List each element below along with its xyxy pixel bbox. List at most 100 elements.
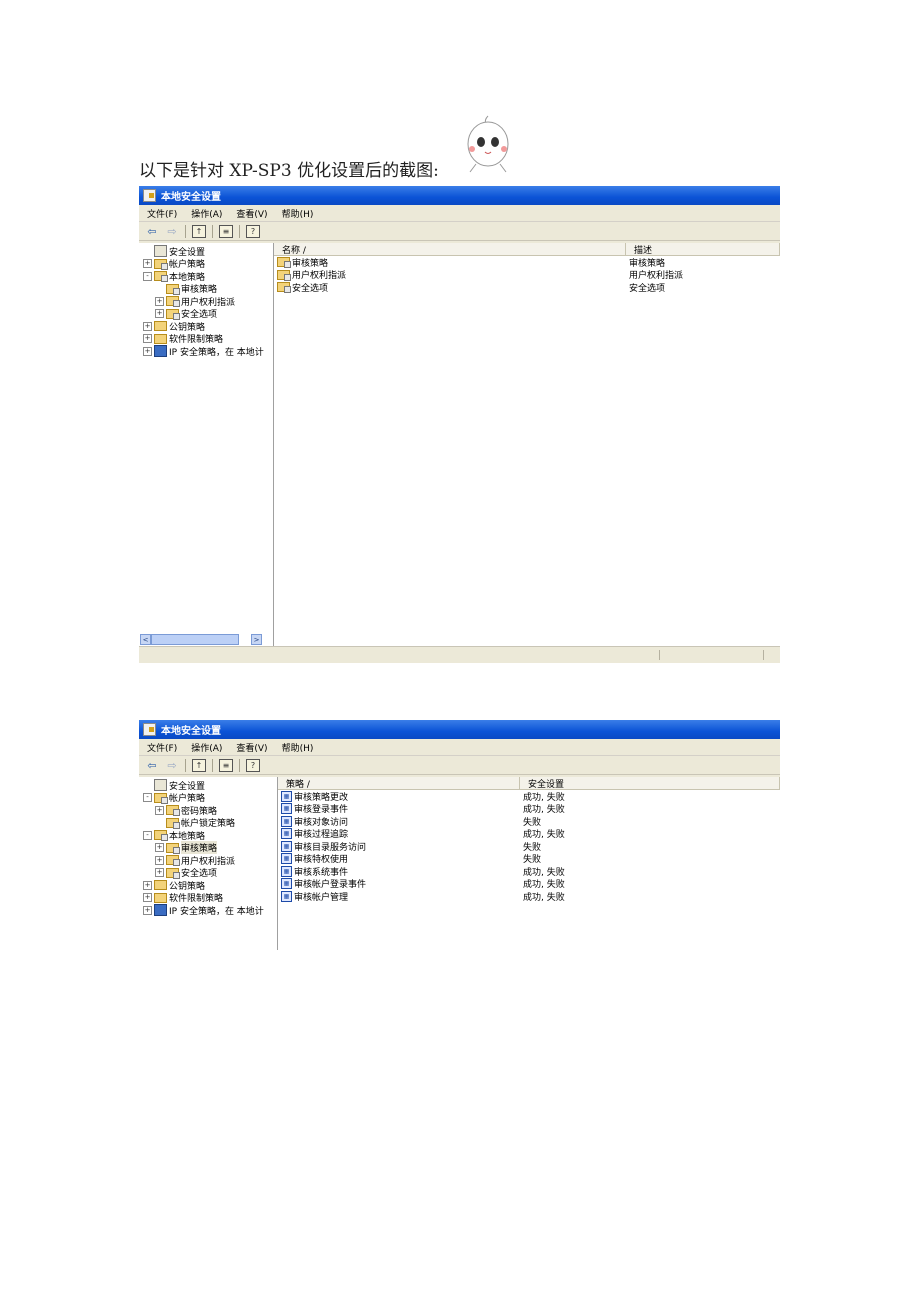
menu-file[interactable]: 文件(F) xyxy=(147,207,177,220)
export-list-icon[interactable]: ≡ xyxy=(219,224,233,238)
list-item-name: 审核帐户登录事件 xyxy=(294,880,367,891)
tree-item-label: 用户权利指派 xyxy=(181,856,236,867)
list-item[interactable]: ▦ 审核策略更改 成功, 失败 xyxy=(278,790,780,803)
export-list-icon[interactable]: ≡ xyxy=(219,758,233,772)
list-item-name: 审核帐户管理 xyxy=(294,892,349,903)
tree-item[interactable]: + 软件限制策略 xyxy=(139,333,273,345)
tree-item[interactable]: 安全设置 xyxy=(139,245,273,258)
help-icon[interactable]: ? xyxy=(246,224,260,238)
list-item-value: 成功, 失败 xyxy=(523,805,565,816)
caption-text: 以下是针对 XP-SP3 优化设置后的截图: xyxy=(139,161,439,181)
expand-icon[interactable]: + xyxy=(143,893,152,903)
audit-policy-icon: ▦ xyxy=(281,865,292,877)
tree-pane: 安全设置 - 帐户策略 + 密码策略 帐户锁定策略 - 本地策略 + 审核策略 + 用户权利指派 + 安全… xyxy=(139,777,278,950)
tree-item-label: 公钥策略 xyxy=(169,322,206,333)
expand-icon[interactable]: + xyxy=(155,855,164,865)
list-pane: 策略 / 安全设置 ▦ 审核策略更改 成功, 失败 ▦ 审核登录事件 成功, 失败 ▦ 审核对… xyxy=(278,777,780,950)
audit-policy-icon: ▦ xyxy=(281,790,292,802)
menu-file[interactable]: 文件(F) xyxy=(147,741,177,754)
forward-arrow-icon[interactable]: ⇨ xyxy=(165,759,179,772)
tree-item[interactable]: + 密码策略 xyxy=(139,804,277,817)
content-area: 安全设置 - 帐户策略 + 密码策略 帐户锁定策略 - 本地策略 + 审核策略 + 用户权利指派 + 安全… xyxy=(139,777,780,950)
tree-item[interactable]: + 用户权利指派 xyxy=(139,295,273,308)
menu-view[interactable]: 查看(V) xyxy=(236,741,267,754)
list-item[interactable]: ▦ 审核特权使用 失败 xyxy=(278,853,780,865)
up-folder-icon[interactable]: ↑ xyxy=(192,224,206,238)
status-bar xyxy=(139,646,780,663)
expand-icon[interactable]: + xyxy=(155,296,164,306)
tree-item-label: 本地策略 xyxy=(169,831,206,842)
list-item[interactable]: ▦ 审核系统事件 成功, 失败 xyxy=(278,865,780,878)
collapse-icon[interactable]: - xyxy=(143,793,152,803)
column-header-name[interactable]: 名称 / xyxy=(274,243,626,256)
folder-icon xyxy=(154,321,167,332)
list-item[interactable]: 安全选项 安全选项 xyxy=(274,281,780,294)
menu-action[interactable]: 操作(A) xyxy=(191,207,222,220)
list-item[interactable]: ▦ 审核帐户登录事件 成功, 失败 xyxy=(278,878,780,891)
list-item[interactable]: ▦ 审核登录事件 成功, 失败 xyxy=(278,803,780,816)
back-arrow-icon[interactable]: ⇦ xyxy=(145,225,159,238)
expand-icon[interactable]: + xyxy=(143,259,152,269)
expand-icon[interactable]: + xyxy=(155,843,164,853)
menu-help[interactable]: 帮助(H) xyxy=(282,741,314,754)
security-settings-window-1: 本地安全设置 文件(F) 操作(A) 查看(V) 帮助(H) ⇦ ⇨ ↑ ≡ ?… xyxy=(139,186,780,663)
menu-view[interactable]: 查看(V) xyxy=(236,207,267,220)
tree-item[interactable]: - 本地策略 xyxy=(139,270,273,283)
expand-icon[interactable]: + xyxy=(155,868,164,878)
expand-icon[interactable]: + xyxy=(155,805,164,815)
list-item[interactable]: 用户权利指派 用户权利指派 xyxy=(274,269,780,282)
security-settings-icon xyxy=(154,779,167,792)
scroll-right-icon[interactable]: > xyxy=(251,634,262,645)
list-item-value: 用户权利指派 xyxy=(629,271,684,282)
help-icon[interactable]: ? xyxy=(246,758,260,772)
tree-item[interactable]: 安全设置 xyxy=(139,779,277,792)
collapse-icon[interactable]: - xyxy=(143,271,152,281)
tree-item-label: 安全设置 xyxy=(169,781,206,792)
list-item-name: 审核过程追踪 xyxy=(294,830,349,841)
tree-item-label: IP 安全策略，在 本地计 xyxy=(169,347,264,358)
menu-help[interactable]: 帮助(H) xyxy=(282,207,314,220)
tree-item[interactable]: 帐户锁定策略 xyxy=(139,817,277,829)
tree-item[interactable]: + 公钥策略 xyxy=(139,879,277,892)
list-item[interactable]: ▦ 审核过程追踪 成功, 失败 xyxy=(278,828,780,841)
expand-icon[interactable]: + xyxy=(143,334,152,344)
tree-item[interactable]: 审核策略 xyxy=(139,283,273,295)
menu-action[interactable]: 操作(A) xyxy=(191,741,222,754)
tree-item[interactable]: + 安全选项 xyxy=(139,308,273,320)
scroll-thumb[interactable] xyxy=(151,634,239,645)
tree-item[interactable]: + 软件限制策略 xyxy=(139,892,277,904)
scroll-left-icon[interactable]: < xyxy=(140,634,151,645)
up-folder-icon[interactable]: ↑ xyxy=(192,758,206,772)
tree-item[interactable]: - 帐户策略 xyxy=(139,792,277,804)
expand-icon[interactable]: + xyxy=(143,321,152,331)
tree-item[interactable]: + 安全选项 xyxy=(139,867,277,879)
collapse-icon[interactable]: - xyxy=(143,830,152,840)
tree-item[interactable]: + 用户权利指派 xyxy=(139,854,277,867)
forward-arrow-icon[interactable]: ⇨ xyxy=(165,225,179,238)
audit-policy-icon: ▦ xyxy=(281,890,292,902)
column-header-policy[interactable]: 策略 / xyxy=(278,777,520,790)
tree-horizontal-scrollbar[interactable]: < > xyxy=(140,634,271,645)
list-item[interactable]: 审核策略 审核策略 xyxy=(274,256,780,269)
list-item[interactable]: ▦ 审核目录服务访问 失败 xyxy=(278,840,780,853)
expand-icon[interactable]: + xyxy=(143,880,152,890)
policy-folder-icon xyxy=(166,805,180,817)
expand-icon[interactable]: + xyxy=(143,905,152,915)
back-arrow-icon[interactable]: ⇦ xyxy=(145,759,159,772)
expand-icon[interactable]: + xyxy=(155,309,164,319)
policy-folder-icon xyxy=(277,269,291,281)
tree-pane: 安全设置 + 帐户策略 - 本地策略 审核策略 + 用户权利指派 + 安全选项 + 公钥策略 + 软件限制… xyxy=(139,243,274,646)
tree-item[interactable]: + IP 安全策略，在 本地计 xyxy=(139,904,277,917)
tree-item[interactable]: + 审核策略 xyxy=(139,841,277,855)
tree-item[interactable]: + 公钥策略 xyxy=(139,320,273,333)
tree-item[interactable]: + IP 安全策略，在 本地计 xyxy=(139,345,273,358)
list-item[interactable]: ▦ 审核帐户管理 成功, 失败 xyxy=(278,890,780,903)
policy-folder-icon xyxy=(154,258,168,270)
list-item[interactable]: ▦ 审核对象访问 失败 xyxy=(278,815,780,828)
column-header-setting[interactable]: 安全设置 xyxy=(520,777,780,790)
tree-item[interactable]: + 帐户策略 xyxy=(139,258,273,270)
title-bar: 本地安全设置 xyxy=(139,720,780,739)
tree-item[interactable]: - 本地策略 xyxy=(139,829,277,842)
column-header-description[interactable]: 描述 xyxy=(626,243,780,256)
expand-icon[interactable]: + xyxy=(143,346,152,356)
